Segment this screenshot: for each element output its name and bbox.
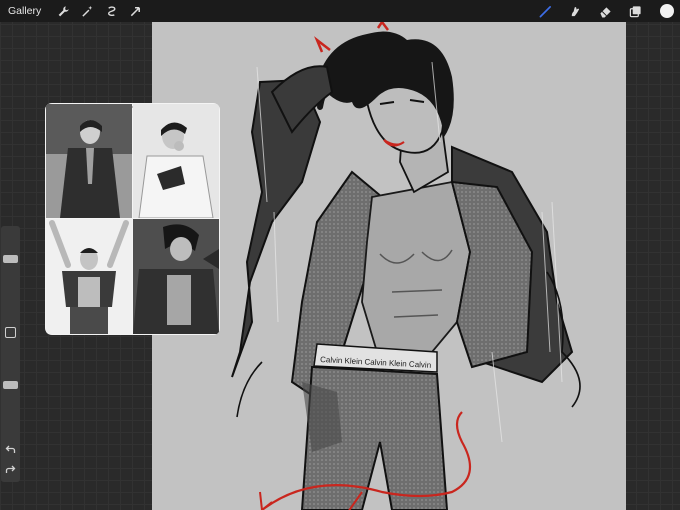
reference-photo-4 <box>133 219 219 334</box>
brush-size-slider[interactable] <box>3 254 18 263</box>
artwork: Calvin Klein Calvin Klein Calvin <box>231 22 581 510</box>
selection-icon[interactable] <box>104 4 118 18</box>
transform-arrow-icon[interactable] <box>128 4 142 18</box>
opacity-slider[interactable] <box>3 380 18 389</box>
eraser-icon[interactable] <box>598 4 612 18</box>
undo-icon[interactable] <box>4 444 17 455</box>
magic-wand-icon[interactable] <box>80 4 94 18</box>
top-toolbar: Gallery <box>0 0 680 22</box>
color-picker-button[interactable] <box>660 4 674 18</box>
reference-panel[interactable] <box>45 103 220 335</box>
brush-icon[interactable] <box>538 4 552 18</box>
left-sidebar <box>1 226 20 482</box>
layers-icon[interactable] <box>628 4 642 18</box>
reference-photo-2 <box>133 104 219 218</box>
wrench-icon[interactable] <box>56 4 70 18</box>
smudge-icon[interactable] <box>568 4 582 18</box>
reference-photo-3 <box>46 219 132 334</box>
modify-square-icon[interactable] <box>5 327 16 338</box>
right-tool-group <box>530 0 680 22</box>
gallery-button[interactable]: Gallery <box>8 5 41 17</box>
redo-icon[interactable] <box>4 464 17 475</box>
drawing-canvas[interactable]: Calvin Klein Calvin Klein Calvin <box>152 22 626 510</box>
reference-photo-1 <box>46 104 132 218</box>
